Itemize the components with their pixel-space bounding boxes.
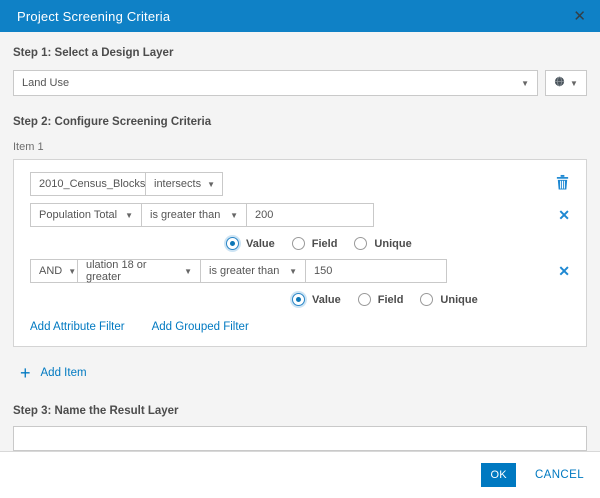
add-grouped-filter-link[interactable]: Add Grouped Filter — [152, 321, 249, 333]
filter2-conjunction-value: AND — [39, 265, 62, 277]
screening-item-panel: 2010_Census_Blocks ▼ intersects ▼ — [13, 159, 587, 347]
filter2-operator-value: is greater than — [209, 265, 279, 277]
spatial-operator-value: intersects — [154, 178, 201, 190]
add-attribute-filter-link[interactable]: Add Attribute Filter — [30, 321, 125, 333]
spatial-operator-select[interactable]: intersects ▼ — [145, 172, 223, 196]
chevron-down-icon: ▼ — [178, 267, 192, 276]
globe-icon — [554, 74, 565, 92]
layer-options-button[interactable]: ▼ — [545, 70, 587, 96]
filter2-operator-select[interactable]: is greater than ▼ — [200, 259, 306, 283]
dialog-body: Step 1: Select a Design Layer Land Use ▼… — [0, 32, 600, 451]
radio-selected-icon[interactable] — [226, 237, 239, 250]
close-icon: ✕ — [558, 208, 570, 222]
chevron-down-icon: ▼ — [283, 267, 297, 276]
filter2-radio-value[interactable]: Value — [292, 293, 341, 306]
filter1-radio-value[interactable]: Value — [226, 237, 275, 250]
chevron-down-icon: ▼ — [201, 180, 215, 189]
radio-label: Field — [378, 294, 404, 306]
attribute-filter-row-2: AND ▼ ulation 18 or greater ▼ is greater… — [30, 259, 570, 283]
filter2-radio-group: Value Field Unique — [292, 293, 570, 306]
plus-icon: + — [20, 364, 31, 382]
chevron-down-icon: ▼ — [570, 79, 578, 88]
filter2-field-select[interactable]: ulation 18 or greater ▼ — [77, 259, 201, 283]
radio-label: Field — [312, 238, 338, 250]
chevron-down-icon: ▼ — [224, 211, 238, 220]
filter2-field-value: ulation 18 or greater — [86, 259, 178, 283]
ok-button[interactable]: OK — [481, 463, 516, 487]
close-icon: ✕ — [558, 264, 570, 278]
dialog-title: Project Screening Criteria — [17, 9, 170, 24]
radio-label: Value — [312, 294, 341, 306]
filter2-value-input[interactable] — [305, 259, 447, 283]
dialog-header: Project Screening Criteria ✕ — [0, 0, 600, 32]
add-item-button[interactable]: + Add Item — [20, 364, 587, 382]
filter2-radio-field[interactable]: Field — [358, 293, 404, 306]
cancel-button[interactable]: CANCEL — [535, 469, 584, 481]
criteria-layer-value: 2010_Census_Blocks — [39, 178, 145, 190]
filter-links-row: Add Attribute Filter Add Grouped Filter — [30, 321, 570, 333]
item-label: Item 1 — [13, 141, 587, 153]
filter1-radio-field[interactable]: Field — [292, 237, 338, 250]
filter1-field-value: Population Total — [39, 209, 117, 221]
filter1-value-input[interactable] — [246, 203, 374, 227]
radio-icon[interactable] — [354, 237, 367, 250]
delete-item-button[interactable] — [555, 174, 570, 195]
filter2-conjunction-select[interactable]: AND ▼ — [30, 259, 78, 283]
step1-row: Land Use ▼ ▼ — [13, 70, 587, 96]
step2-label: Step 2: Configure Screening Criteria — [13, 116, 587, 128]
dialog-footer: OK CANCEL — [0, 451, 600, 498]
filter1-radio-group: Value Field Unique — [226, 237, 570, 250]
trash-icon — [555, 174, 570, 195]
layer-operator-row: 2010_Census_Blocks ▼ intersects ▼ — [30, 172, 570, 196]
radio-label: Unique — [440, 294, 477, 306]
filter1-field-select[interactable]: Population Total ▼ — [30, 203, 142, 227]
filter1-radio-unique[interactable]: Unique — [354, 237, 411, 250]
chevron-down-icon: ▼ — [62, 267, 76, 276]
step3-label: Step 3: Name the Result Layer — [13, 405, 587, 417]
radio-icon[interactable] — [292, 237, 305, 250]
radio-label: Unique — [374, 238, 411, 250]
radio-icon[interactable] — [358, 293, 371, 306]
design-layer-value: Land Use — [22, 77, 69, 89]
result-layer-name-input[interactable] — [13, 426, 587, 451]
radio-selected-icon[interactable] — [292, 293, 305, 306]
close-icon[interactable]: ✕ — [573, 9, 586, 24]
step1-label: Step 1: Select a Design Layer — [13, 47, 587, 59]
remove-filter2-button[interactable]: ✕ — [558, 264, 570, 278]
criteria-layer-select[interactable]: 2010_Census_Blocks ▼ — [30, 172, 146, 196]
radio-icon[interactable] — [420, 293, 433, 306]
project-screening-dialog: Project Screening Criteria ✕ Step 1: Sel… — [0, 0, 600, 473]
design-layer-select[interactable]: Land Use ▼ — [13, 70, 538, 96]
filter1-operator-value: is greater than — [150, 209, 220, 221]
filter1-operator-select[interactable]: is greater than ▼ — [141, 203, 247, 227]
radio-label: Value — [246, 238, 275, 250]
attribute-filter-row-1: Population Total ▼ is greater than ▼ ✕ — [30, 203, 570, 227]
filter2-radio-unique[interactable]: Unique — [420, 293, 477, 306]
chevron-down-icon: ▼ — [515, 79, 529, 88]
chevron-down-icon: ▼ — [119, 211, 133, 220]
remove-filter1-button[interactable]: ✕ — [558, 208, 570, 222]
add-item-label: Add Item — [41, 367, 87, 379]
